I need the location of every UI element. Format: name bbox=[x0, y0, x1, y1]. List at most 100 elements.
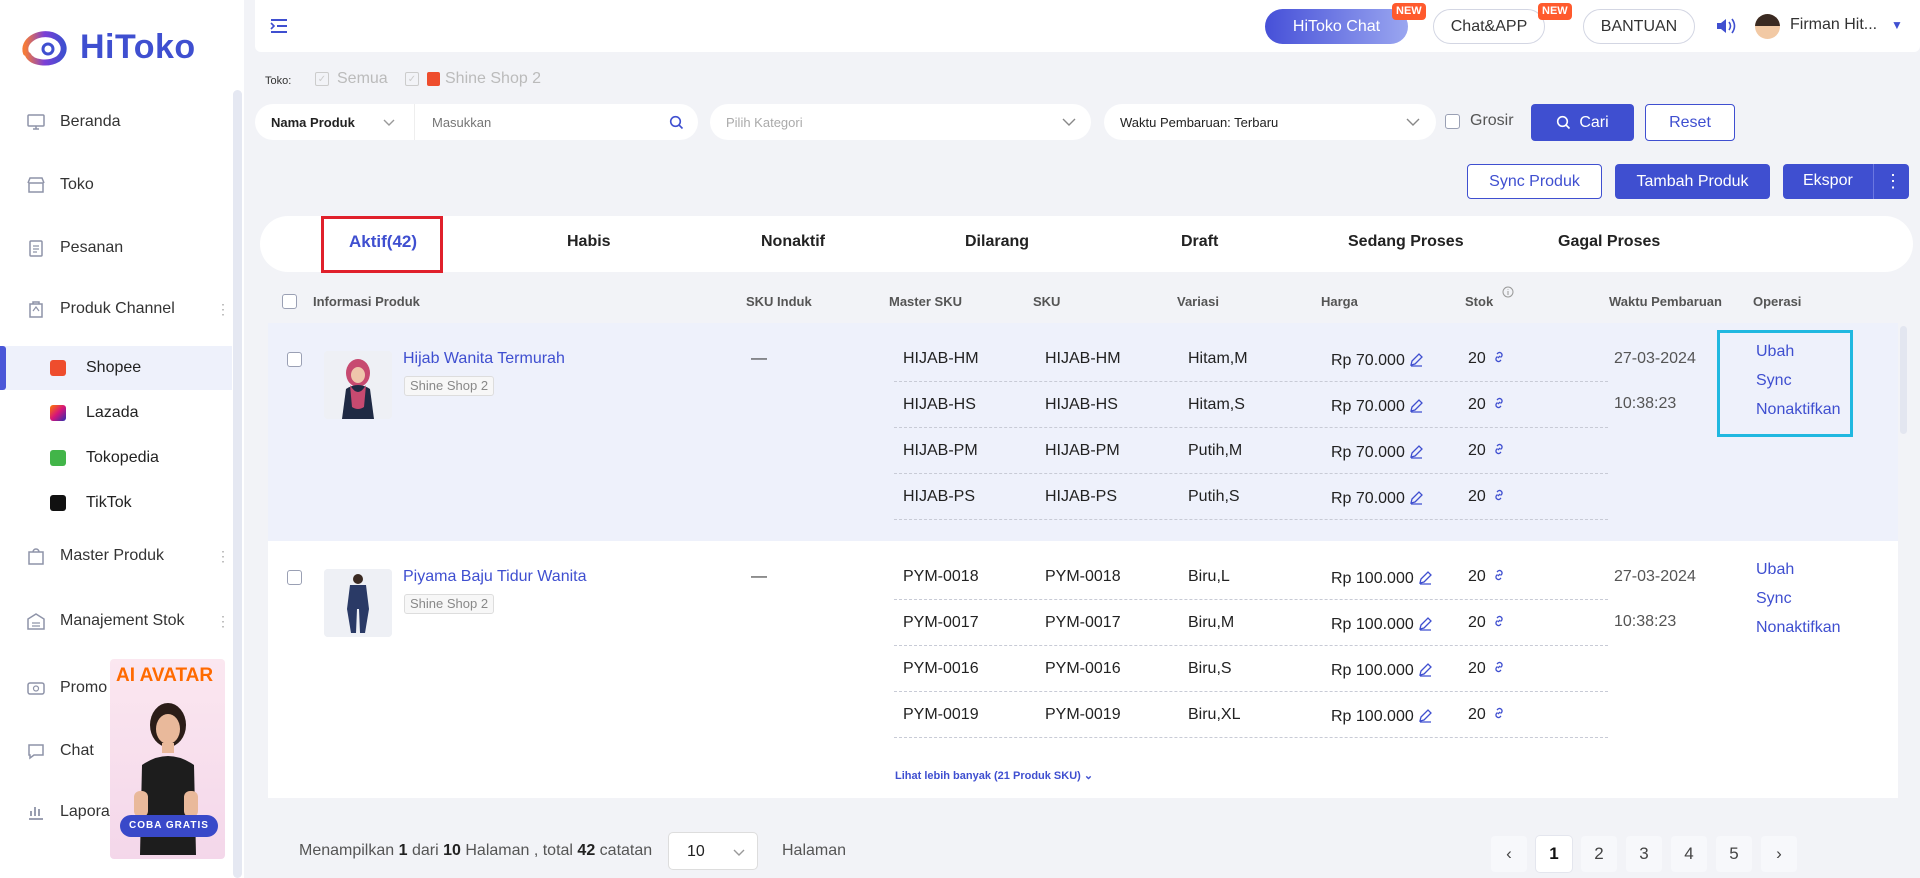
pencil-icon[interactable] bbox=[1418, 662, 1433, 677]
sidebar-item-label: Produk Channel bbox=[60, 300, 175, 317]
sidebar-subitem-tokopedia[interactable]: Tokopedia bbox=[0, 436, 232, 480]
page-4-button[interactable]: 4 bbox=[1671, 836, 1707, 872]
product-name-link[interactable]: Piyama Baju Tidur Wanita bbox=[403, 568, 586, 586]
checkbox-shop[interactable]: ✓ Shine Shop 2 bbox=[405, 70, 541, 88]
sku: HIJAB-HM bbox=[1045, 350, 1121, 367]
variasi: Biru,XL bbox=[1188, 706, 1241, 723]
ubah-link[interactable]: Ubah bbox=[1756, 561, 1794, 579]
row-checkbox[interactable] bbox=[287, 352, 302, 367]
user-name[interactable]: Firman Hit... bbox=[1790, 16, 1877, 34]
tab-habis[interactable]: Habis bbox=[567, 233, 611, 251]
user-avatar[interactable] bbox=[1755, 14, 1780, 39]
tab-gagal-proses[interactable]: Gagal Proses bbox=[1558, 233, 1660, 251]
page-1-button[interactable]: 1 bbox=[1536, 836, 1572, 872]
reset-button[interactable]: Reset bbox=[1645, 104, 1735, 141]
variasi: Hitam,S bbox=[1188, 396, 1245, 413]
sidebar-item-manajement-stok[interactable]: Manajement Stok ⋮ bbox=[0, 609, 232, 633]
tab-aktif[interactable]: Aktif(42) bbox=[349, 232, 417, 252]
more-vertical-icon[interactable]: ⋮ bbox=[1884, 171, 1902, 191]
variant-row: PYM-0018 PYM-0018 Biru,L Rp 100.000 20 bbox=[894, 554, 1608, 600]
hitoko-logo[interactable]: HiToko bbox=[18, 27, 196, 67]
more-vertical-icon[interactable]: ⋮ bbox=[216, 549, 230, 563]
caret-down-icon[interactable]: ▼ bbox=[1891, 18, 1903, 32]
tab-draft[interactable]: Draft bbox=[1181, 233, 1218, 251]
pencil-icon[interactable] bbox=[1409, 398, 1424, 413]
lihat-lebih-banyak-link[interactable]: Lihat lebih banyak (21 Produk SKU) ⌄ bbox=[895, 769, 1093, 782]
tambah-produk-button[interactable]: Tambah Produk bbox=[1615, 164, 1770, 199]
sidebar-item-beranda[interactable]: Beranda bbox=[0, 110, 232, 134]
checkbox-semua[interactable]: ✓ Semua bbox=[315, 70, 388, 88]
more-vertical-icon[interactable]: ⋮ bbox=[216, 302, 230, 316]
nonaktifkan-link[interactable]: Nonaktifkan bbox=[1756, 619, 1841, 637]
variasi: Biru,M bbox=[1188, 614, 1235, 631]
lihat-lebih-banyak-label: Lihat lebih banyak (21 Produk SKU) bbox=[895, 770, 1081, 782]
pencil-icon[interactable] bbox=[1409, 490, 1424, 505]
tab-dilarang[interactable]: Dilarang bbox=[965, 233, 1029, 251]
nonaktifkan-link[interactable]: Nonaktifkan bbox=[1756, 401, 1841, 419]
pencil-icon[interactable] bbox=[1418, 570, 1433, 585]
hitoko-chat-button[interactable]: HiToko Chat bbox=[1265, 9, 1408, 44]
page-2-button[interactable]: 2 bbox=[1581, 836, 1617, 872]
page-5-button[interactable]: 5 bbox=[1716, 836, 1752, 872]
sidebar-subitem-lazada[interactable]: Lazada bbox=[0, 391, 232, 435]
bantuan-button[interactable]: BANTUAN bbox=[1583, 9, 1695, 44]
category-select[interactable]: Pilih Kategori bbox=[710, 104, 1091, 140]
link-icon[interactable] bbox=[1492, 614, 1506, 628]
link-icon[interactable] bbox=[1492, 706, 1506, 720]
summary-text: Menampilkan bbox=[299, 842, 395, 859]
sidebar-item-pesanan[interactable]: Pesanan bbox=[0, 236, 232, 260]
info-icon[interactable] bbox=[1502, 286, 1514, 298]
coba-gratis-button[interactable]: COBA GRATIS bbox=[120, 815, 218, 837]
variasi: Putih,S bbox=[1188, 488, 1240, 505]
sync-link[interactable]: Sync bbox=[1756, 372, 1792, 390]
link-icon[interactable] bbox=[1492, 442, 1506, 456]
sidebar-subitem-shopee[interactable]: Shopee bbox=[0, 346, 232, 390]
sync-link[interactable]: Sync bbox=[1756, 590, 1792, 608]
tab-nonaktif[interactable]: Nonaktif bbox=[761, 233, 825, 251]
variant-row: HIJAB-PS HIJAB-PS Putih,S Rp 70.000 20 bbox=[894, 474, 1608, 520]
product-image[interactable] bbox=[324, 569, 392, 637]
ubah-link[interactable]: Ubah bbox=[1756, 343, 1794, 361]
link-icon[interactable] bbox=[1492, 568, 1506, 582]
price-value: Rp 100.000 bbox=[1331, 662, 1414, 679]
pencil-icon[interactable] bbox=[1409, 352, 1424, 367]
sidebar-item-toko[interactable]: Toko bbox=[0, 173, 232, 197]
link-icon[interactable] bbox=[1492, 396, 1506, 410]
table-scrollbar[interactable] bbox=[1900, 326, 1907, 434]
price-value: Rp 70.000 bbox=[1331, 490, 1405, 507]
chat-app-button[interactable]: Chat&APP bbox=[1433, 9, 1545, 44]
speaker-icon[interactable] bbox=[1715, 16, 1737, 36]
pencil-icon[interactable] bbox=[1409, 444, 1424, 459]
pencil-icon[interactable] bbox=[1418, 616, 1433, 631]
sidebar-item-produk-channel[interactable]: Produk Channel ⋮ bbox=[0, 297, 232, 321]
search-field-select[interactable]: Nama Produk bbox=[255, 104, 415, 140]
product-name-link[interactable]: Hijab Wanita Termurah bbox=[403, 350, 565, 368]
ai-avatar-banner[interactable]: AI AVATAR COBA GRATIS bbox=[110, 659, 225, 859]
product-image[interactable] bbox=[324, 351, 392, 419]
link-icon[interactable] bbox=[1492, 660, 1506, 674]
search-input[interactable] bbox=[432, 112, 652, 132]
search-icon[interactable] bbox=[669, 115, 684, 130]
next-page-button[interactable]: › bbox=[1761, 836, 1797, 872]
ekspor-button[interactable]: Ekspor ⋮ bbox=[1783, 164, 1909, 199]
sidebar-scrollbar[interactable] bbox=[233, 90, 242, 878]
page-size-select[interactable]: 10 bbox=[668, 832, 758, 870]
sidebar-subitem-tiktok[interactable]: TikTok bbox=[0, 481, 232, 525]
row-checkbox[interactable] bbox=[287, 570, 302, 585]
tab-sedang-proses[interactable]: Sedang Proses bbox=[1348, 233, 1464, 251]
stock: 20 bbox=[1468, 396, 1506, 414]
link-icon[interactable] bbox=[1492, 488, 1506, 502]
menu-collapse-icon[interactable] bbox=[269, 16, 289, 36]
page-3-button[interactable]: 3 bbox=[1626, 836, 1662, 872]
more-vertical-icon[interactable]: ⋮ bbox=[216, 614, 230, 628]
select-all-checkbox[interactable] bbox=[282, 294, 297, 309]
sidebar-item-master-produk[interactable]: Master Produk ⋮ bbox=[0, 544, 232, 568]
sort-select[interactable]: Waktu Pembaruan: Terbaru bbox=[1104, 104, 1436, 140]
cari-button[interactable]: Cari bbox=[1531, 104, 1634, 141]
checkbox[interactable] bbox=[1445, 113, 1460, 129]
prev-page-button[interactable]: ‹ bbox=[1491, 836, 1527, 872]
sync-produk-button[interactable]: Sync Produk bbox=[1467, 164, 1602, 199]
link-icon[interactable] bbox=[1492, 350, 1506, 364]
grosir-checkbox[interactable]: Grosir bbox=[1445, 112, 1514, 130]
pencil-icon[interactable] bbox=[1418, 708, 1433, 723]
